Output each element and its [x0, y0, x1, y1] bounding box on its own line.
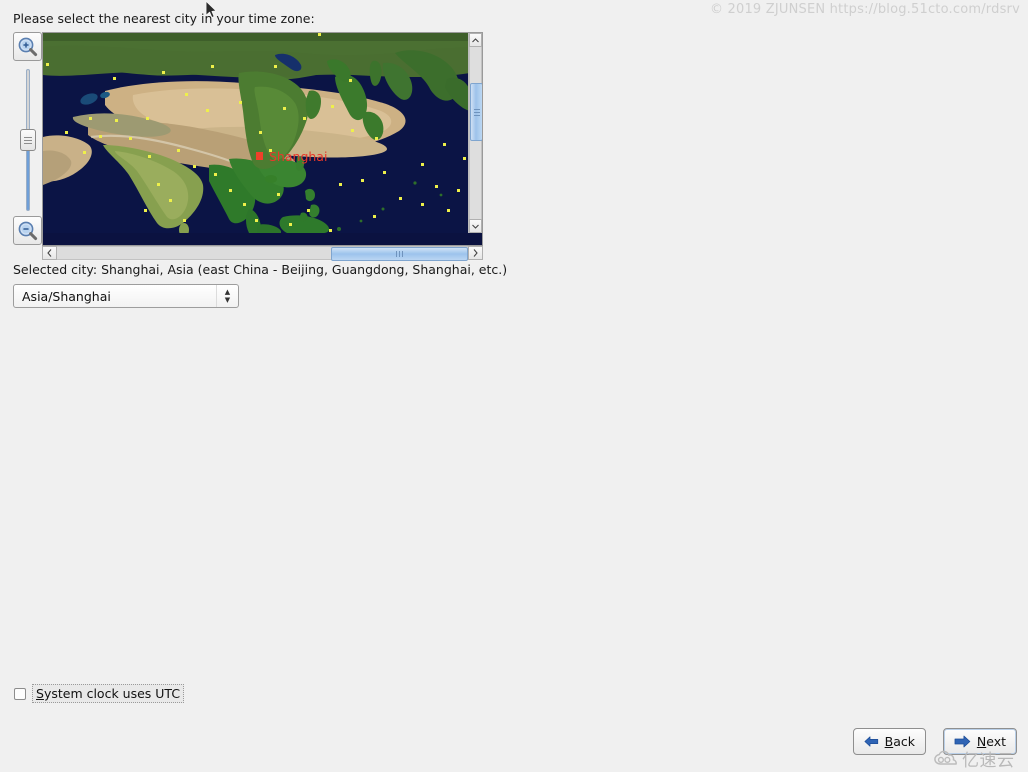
watermark-brand-text: 亿速云	[962, 751, 1015, 771]
scroll-right-arrow[interactable]	[468, 246, 483, 260]
back-button-label: Back	[885, 734, 915, 749]
map-zoom-slider-thumb[interactable]	[20, 129, 36, 151]
thumb-grip-line	[399, 251, 400, 257]
horizontal-scroll-trough[interactable]	[57, 246, 468, 261]
arrow-left-icon	[864, 736, 879, 747]
zoom-in-button[interactable]	[13, 32, 42, 61]
chevron-left-icon	[47, 249, 52, 257]
magnifier-minus-icon	[18, 221, 38, 241]
scroll-left-arrow[interactable]	[42, 246, 57, 260]
chevron-up-icon	[472, 37, 479, 42]
utc-checkbox-row[interactable]: System clock uses UTC	[14, 684, 185, 703]
utc-checkbox-label[interactable]: System clock uses UTC	[32, 684, 185, 703]
map-canvas[interactable]	[43, 33, 470, 233]
accel-letter: B	[884, 734, 894, 749]
map-zoom-controls	[13, 29, 42, 246]
timezone-combobox-value: Asia/Shanghai	[22, 288, 111, 304]
scroll-up-arrow[interactable]	[469, 33, 482, 47]
thumb-grip-line	[473, 114, 480, 116]
watermark-top-right: © 2019 ZJUNSEN https://blog.51cto.com/rd…	[709, 2, 1020, 17]
world-map-image[interactable]	[43, 33, 470, 233]
back-button[interactable]: Back	[853, 728, 926, 755]
zoom-out-button[interactable]	[13, 216, 42, 245]
selected-city-map-label: Shanghai	[269, 149, 328, 164]
label-rest: ack	[893, 734, 915, 749]
vertical-scroll-thumb[interactable]	[470, 83, 482, 141]
scroll-down-arrow[interactable]	[469, 219, 482, 233]
label-rest: ystem clock uses UTC	[43, 686, 181, 701]
page-title: Please select the nearest city in your t…	[13, 11, 315, 26]
accel-letter: S	[36, 686, 44, 701]
chevron-down-icon	[472, 224, 479, 229]
thumb-grip-line	[402, 251, 403, 257]
cloud-logo-icon	[934, 750, 957, 765]
thumb-grip-line	[396, 251, 397, 257]
chevron-up-icon: ▲	[224, 288, 231, 296]
horizontal-scroll-thumb[interactable]	[331, 247, 468, 261]
watermark-bottom-right: 亿速云	[934, 746, 1015, 771]
vertical-scroll-trough[interactable]	[469, 47, 482, 219]
thumb-grip-line	[24, 139, 32, 141]
timezone-map-panel: Shanghai	[13, 29, 483, 261]
map-horizontal-scrollbar[interactable]	[42, 246, 483, 261]
selected-city-marker	[256, 152, 263, 160]
thumb-grip-line	[24, 142, 32, 144]
chevron-down-icon: ▼	[224, 296, 231, 304]
chevron-right-icon	[473, 249, 478, 257]
timezone-combobox[interactable]: Asia/Shanghai ▲ ▼	[13, 284, 239, 308]
map-vertical-scrollbar[interactable]	[468, 33, 482, 233]
timezone-selection-screen: © 2019 ZJUNSEN https://blog.51cto.com/rd…	[0, 0, 1028, 772]
thumb-grip-line	[24, 136, 32, 138]
map-viewport[interactable]: Shanghai	[42, 32, 483, 246]
slider-track-upper	[27, 70, 29, 132]
thumb-grip-line	[473, 108, 480, 110]
selected-city-summary: Selected city: Shanghai, Asia (east Chin…	[13, 262, 508, 277]
magnifier-plus-icon	[18, 37, 38, 57]
utc-checkbox[interactable]	[14, 687, 26, 700]
thumb-grip-line	[473, 111, 480, 113]
combobox-spinner-icon[interactable]: ▲ ▼	[216, 285, 238, 307]
